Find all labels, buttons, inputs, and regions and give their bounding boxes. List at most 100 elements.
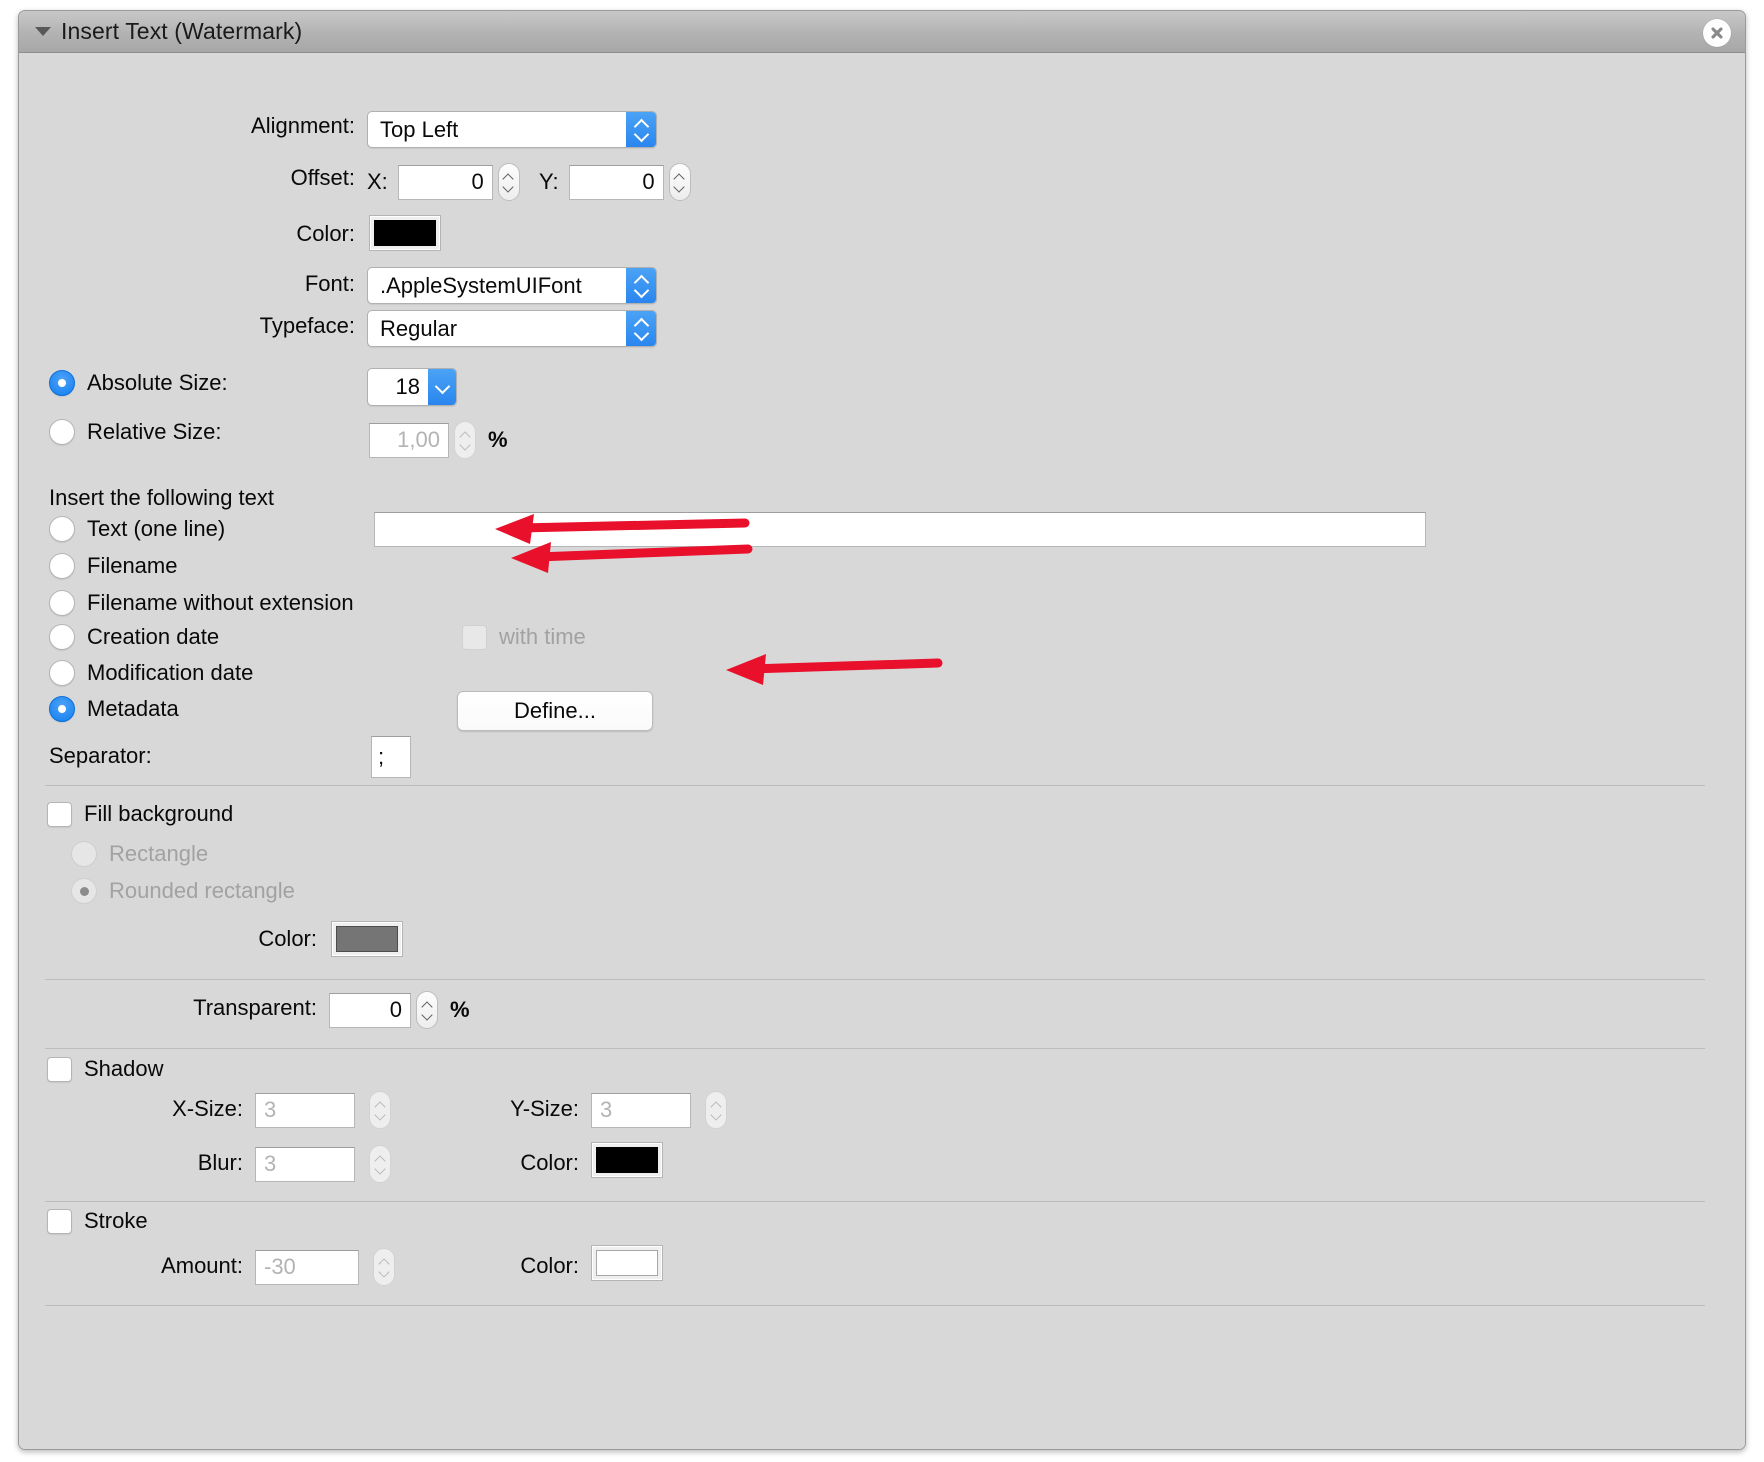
offset-x-group: X: 0 <box>367 163 520 201</box>
transparent-stepper[interactable] <box>416 991 438 1029</box>
rounded-rectangle-radio[interactable] <box>71 878 97 904</box>
filename-without-extension-radio[interactable] <box>49 590 75 616</box>
chevron-updown-icon[interactable] <box>626 311 656 346</box>
absolute-size-radio[interactable] <box>49 370 75 396</box>
alignment-label: Alignment: <box>251 113 355 138</box>
shadow-x-size-input[interactable]: 3 <box>255 1092 355 1128</box>
offset-label: Offset: <box>290 165 355 190</box>
with-time-checkbox[interactable] <box>462 624 487 650</box>
close-circle-icon[interactable] <box>1703 19 1731 47</box>
metadata-radio[interactable] <box>49 696 75 722</box>
chevron-down-icon[interactable] <box>428 369 456 405</box>
relative-size-group: 1,00 % <box>369 421 508 459</box>
shadow-checkbox[interactable] <box>47 1056 72 1082</box>
relative-size-input[interactable]: 1,00 <box>369 422 449 458</box>
stroke-color-label: Color: <box>520 1253 579 1278</box>
divider-2 <box>45 979 1705 980</box>
transparent-group: 0 % <box>329 991 470 1029</box>
offset-y-label: Y: <box>539 169 559 194</box>
offset-x-label: X: <box>367 169 388 194</box>
offset-x-input[interactable]: 0 <box>397 164 493 200</box>
offset-y-stepper[interactable] <box>668 163 691 201</box>
offset-y-group: Y: 0 <box>539 163 691 201</box>
font-select[interactable]: .AppleSystemUIFont <box>367 267 657 304</box>
absolute-size-row[interactable]: Absolute Size: <box>49 370 228 396</box>
relative-size-unit: % <box>488 427 508 452</box>
relative-size-stepper[interactable] <box>454 421 476 459</box>
typeface-label-wrap: Typeface: <box>19 313 355 339</box>
chevron-updown-icon[interactable] <box>626 268 656 303</box>
alignment-select[interactable]: Top Left <box>367 111 657 148</box>
chevron-updown-icon[interactable] <box>626 112 656 147</box>
font-value: .AppleSystemUIFont <box>380 272 582 298</box>
text-one-line-radio[interactable] <box>49 516 75 542</box>
filename-radio[interactable] <box>49 553 75 579</box>
fill-color-label-wrap: Color: <box>19 926 317 952</box>
offset-label-wrap: Offset: <box>19 165 355 191</box>
option-filename[interactable]: Filename <box>49 553 177 579</box>
modification-date-radio[interactable] <box>49 660 75 686</box>
creation-date-radio[interactable] <box>49 624 75 650</box>
watermark-options-panel: Alignment: Top Left Offset: X: 0 Y: 0 Co… <box>19 53 1745 1449</box>
text-color-label-wrap: Color: <box>19 221 355 247</box>
fill-color-swatch <box>336 926 398 952</box>
creation-date-label: Creation date <box>87 624 220 649</box>
relative-size-row[interactable]: Relative Size: <box>49 419 222 445</box>
offset-x-stepper[interactable] <box>497 163 520 201</box>
transparent-unit: % <box>450 997 470 1022</box>
define-button[interactable]: Define... <box>457 691 653 731</box>
transparent-input[interactable]: 0 <box>329 992 411 1028</box>
fill-shape-rectangle-row[interactable]: Rectangle <box>71 841 208 867</box>
separator-input[interactable]: ; <box>371 736 411 778</box>
fill-color-well[interactable] <box>331 921 403 957</box>
divider-4 <box>45 1201 1705 1202</box>
shadow-x-size-label: X-Size: <box>172 1096 243 1121</box>
stroke-color-label-wrap: Color: <box>355 1253 579 1279</box>
stroke-amount-input[interactable]: -30 <box>255 1249 359 1285</box>
alignment-label-wrap: Alignment: <box>19 113 355 139</box>
metadata-label: Metadata <box>87 696 179 721</box>
stroke-color-swatch <box>596 1250 658 1276</box>
option-text-one-line[interactable]: Text (one line) <box>49 516 225 542</box>
offset-y-input[interactable]: 0 <box>568 164 664 200</box>
with-time-row[interactable]: with time <box>462 624 586 650</box>
shadow-color-label: Color: <box>520 1150 579 1175</box>
screenshot-root: Insert Text (Watermark) Alignment: Top L… <box>0 0 1764 1462</box>
shadow-blur-input[interactable]: 3 <box>255 1146 355 1182</box>
fill-shape-rounded-rectangle-row[interactable]: Rounded rectangle <box>71 878 295 904</box>
absolute-size-combo[interactable]: 18 <box>367 368 457 406</box>
typeface-label: Typeface: <box>259 313 355 338</box>
stroke-amount-label: Amount: <box>161 1253 243 1278</box>
stroke-checkbox[interactable] <box>47 1208 72 1234</box>
option-creation-date[interactable]: Creation date <box>49 624 219 650</box>
text-one-line-label: Text (one line) <box>87 516 226 541</box>
option-filename-without-extension[interactable]: Filename without extension <box>49 590 354 616</box>
shadow-y-size-input[interactable]: 3 <box>591 1092 691 1128</box>
text-color-label: Color: <box>296 221 355 246</box>
typeface-value: Regular <box>380 315 458 341</box>
fill-background-label: Fill background <box>84 801 234 826</box>
stroke-color-well[interactable] <box>591 1245 663 1281</box>
stroke-label: Stroke <box>84 1208 148 1233</box>
filename-label: Filename <box>87 553 178 578</box>
filename-without-extension-label: Filename without extension <box>87 590 354 615</box>
relative-size-radio[interactable] <box>49 419 75 445</box>
shadow-color-well[interactable] <box>591 1142 663 1178</box>
option-modification-date[interactable]: Modification date <box>49 660 253 686</box>
absolute-size-label: Absolute Size: <box>87 370 228 395</box>
triangle-down-icon[interactable] <box>35 27 51 36</box>
shadow-y-size-stepper[interactable] <box>705 1091 727 1129</box>
shadow-y-size-label-wrap: Y-Size: <box>355 1096 579 1122</box>
text-color-swatch <box>374 220 436 246</box>
stroke-row[interactable]: Stroke <box>47 1208 148 1234</box>
fill-background-checkbox[interactable] <box>47 801 72 827</box>
watermark-text-input[interactable] <box>374 512 1426 547</box>
option-metadata[interactable]: Metadata <box>49 696 179 722</box>
text-color-well[interactable] <box>369 215 441 251</box>
fill-background-row[interactable]: Fill background <box>47 801 233 827</box>
typeface-select[interactable]: Regular <box>367 310 657 347</box>
alignment-value: Top Left <box>380 116 459 142</box>
shadow-row[interactable]: Shadow <box>47 1056 164 1082</box>
window-titlebar: Insert Text (Watermark) <box>19 11 1745 53</box>
rectangle-radio[interactable] <box>71 841 97 867</box>
